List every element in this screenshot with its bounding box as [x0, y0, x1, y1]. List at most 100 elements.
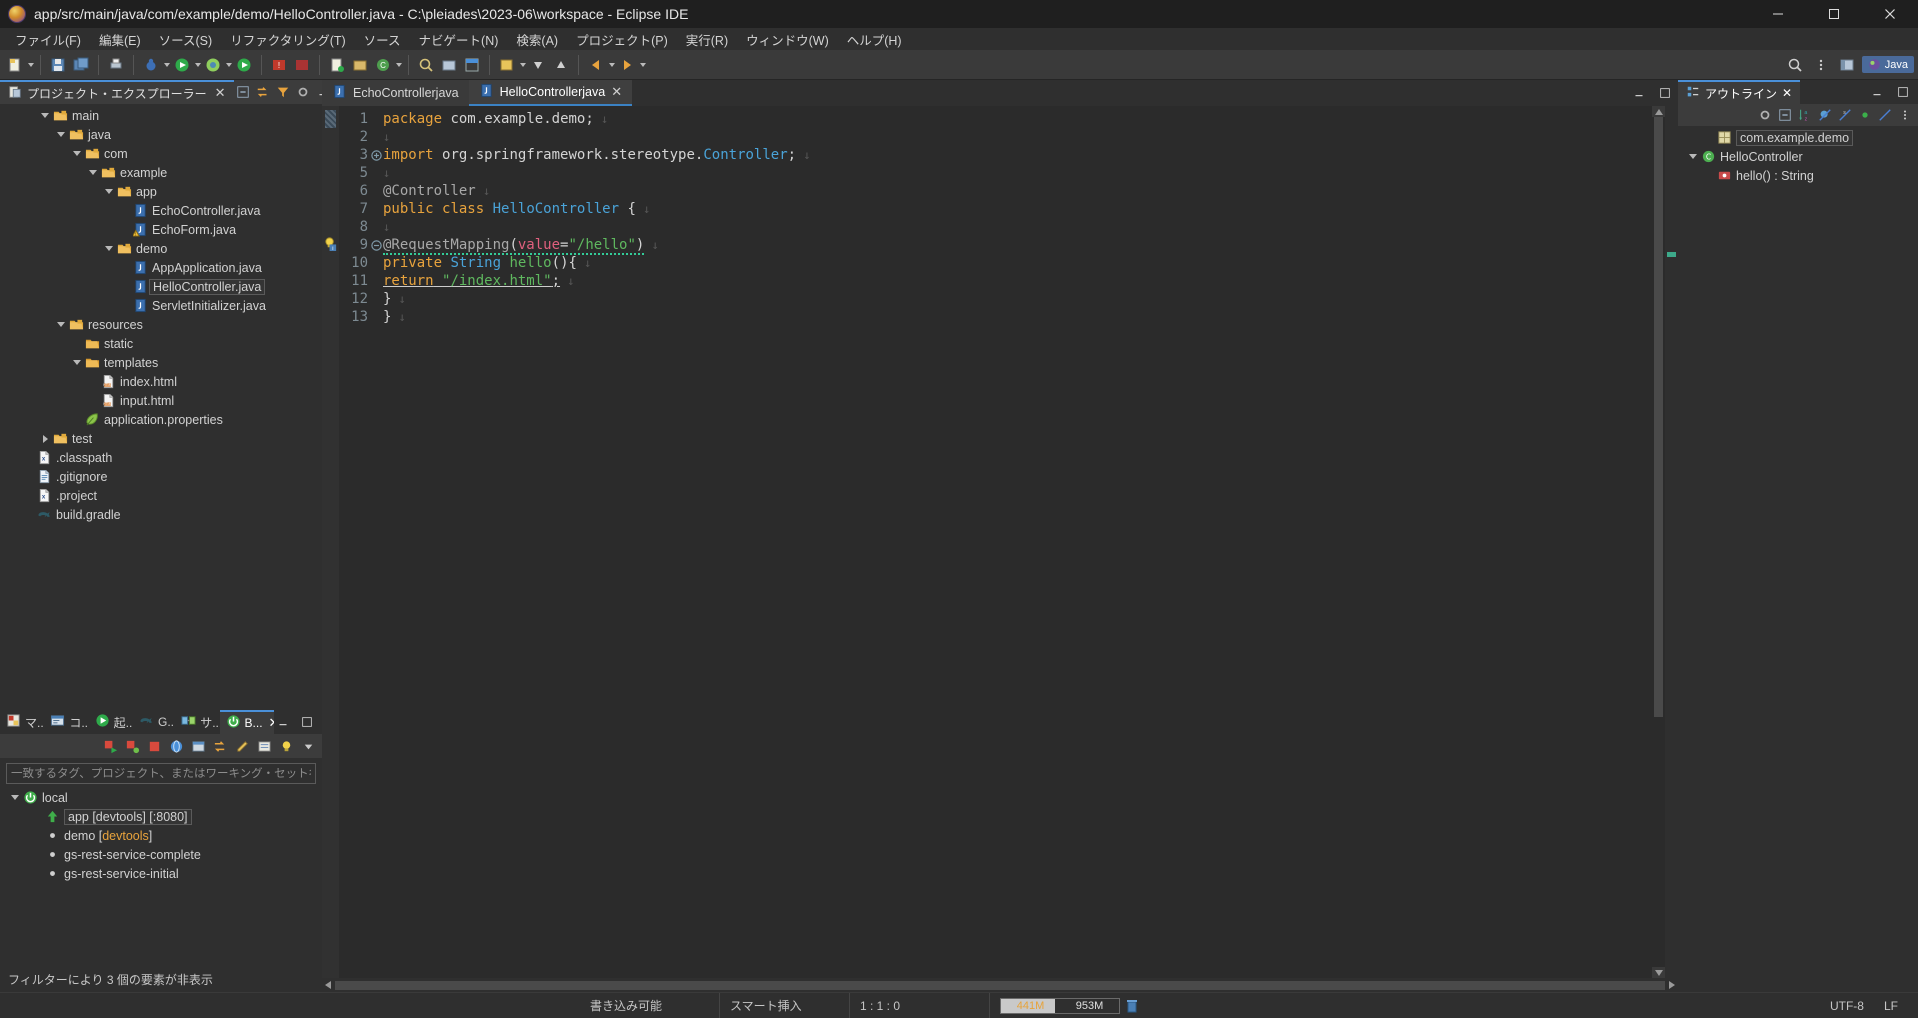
editor-vertical-scrollbar[interactable] [1652, 106, 1665, 978]
bottom-tab-servers[interactable]: サ... [175, 710, 220, 734]
chevron-right-icon[interactable] [38, 434, 52, 443]
editor-tab-hellocontrollerjava[interactable]: HelloControllerjava ✕ [468, 80, 633, 106]
minimize-button[interactable] [1750, 0, 1806, 28]
tree-item-templates[interactable]: templates [0, 353, 322, 372]
chevron-down-icon[interactable] [86, 170, 100, 175]
code-line[interactable]: import org.springframework.stereotype.Co… [383, 146, 1652, 164]
boot-item-gs-rest-service-initial[interactable]: gs-rest-service-initial [0, 864, 322, 883]
tree-item-resources[interactable]: resources [0, 315, 322, 334]
tree-item-project[interactable]: x .project [0, 486, 322, 505]
tree-item-java[interactable]: java [0, 125, 322, 144]
outline-item-hellocontroller[interactable]: C HelloController [1678, 147, 1918, 166]
tree-item-com[interactable]: com [0, 144, 322, 163]
toggle-breadcrumb-icon[interactable] [461, 54, 483, 76]
minimize-outline-icon[interactable] [1868, 83, 1886, 101]
perspective-java-button[interactable]: Java [1861, 56, 1914, 73]
filter-input[interactable] [6, 763, 316, 784]
error-log-icon[interactable]: ! [268, 54, 290, 76]
menu-source-2[interactable]: ソース [355, 28, 410, 51]
collapse-all-icon[interactable] [1776, 106, 1794, 124]
print-icon[interactable] [105, 54, 127, 76]
next-annotation-icon[interactable] [527, 54, 549, 76]
maximize-bottom-panel-icon[interactable] [298, 713, 316, 731]
code-line[interactable]: @Controller ↓ [383, 182, 1652, 200]
close-button[interactable] [1862, 0, 1918, 28]
quick-fix-bulb-icon[interactable]: i [323, 236, 338, 252]
outline-item-com-example-demo[interactable]: com.example.demo [1678, 128, 1918, 147]
chevron-down-icon[interactable] [102, 189, 116, 194]
menu-search[interactable]: 検索(A) [507, 28, 567, 51]
tree-item-classpath[interactable]: x .classpath [0, 448, 322, 467]
debug-dropdown-icon[interactable] [164, 62, 170, 67]
tree-item-application-properties[interactable]: application.properties [0, 410, 322, 429]
tab-project-explorer[interactable]: プロジェクト・エクスプローラー ✕ [0, 80, 234, 104]
tree-item-static[interactable]: static [0, 334, 322, 353]
view-menu-icon[interactable] [294, 83, 312, 101]
new-dropdown-icon[interactable] [28, 62, 34, 67]
tree-item-input-html[interactable]: HTML input.html [0, 391, 322, 410]
menu-edit[interactable]: 編集(E) [90, 28, 150, 51]
focus-icon[interactable] [1756, 106, 1774, 124]
editor-tab-echocontrollerjava[interactable]: EchoControllerjava [322, 80, 469, 106]
tree-item-build-gradle[interactable]: build.gradle [0, 505, 322, 524]
forward-dropdown-icon[interactable] [640, 62, 646, 67]
fold-toggle-icon[interactable] [369, 146, 383, 164]
scroll-thumb[interactable] [1654, 117, 1663, 717]
editor-code-area[interactable]: package com.example.demo; ↓ ↓ import org.s… [383, 106, 1652, 978]
hide-local-icon[interactable] [1876, 106, 1894, 124]
toolbar-overflow-icon[interactable] [1810, 54, 1832, 76]
scroll-down-icon[interactable] [1652, 967, 1665, 978]
bottom-tab-console[interactable]: コ... [44, 710, 89, 734]
chevron-down-icon[interactable] [8, 795, 22, 800]
bottom-tab-boot[interactable]: B...✕ [219, 710, 275, 734]
boot-item-gs-rest-service-complete[interactable]: gs-rest-service-complete [0, 845, 322, 864]
outline-tree[interactable]: com.example.demo C HelloController hello() … [1678, 126, 1918, 992]
open-browser-icon[interactable] [166, 736, 186, 756]
tree-item-appapplication-java[interactable]: AppApplication.java [0, 258, 322, 277]
chevron-down-icon[interactable] [70, 360, 84, 365]
new-icon[interactable] [4, 54, 26, 76]
boot-run-icon[interactable] [233, 54, 255, 76]
trash-icon[interactable] [1124, 998, 1140, 1014]
tree-item-index-html[interactable]: HTML index.html [0, 372, 322, 391]
new-package-icon[interactable] [349, 54, 371, 76]
editor-marker-ruler[interactable]: i [322, 106, 339, 978]
chevron-down-icon[interactable] [1686, 154, 1700, 159]
project-explorer-tree[interactable]: main java com example app EchoController.java… [0, 104, 322, 710]
tree-item-echocontroller-java[interactable]: EchoController.java [0, 201, 322, 220]
sort-icon[interactable]: az [1796, 106, 1814, 124]
debug-icon[interactable] [140, 54, 162, 76]
code-line[interactable]: return "/index.html"; ↓ [383, 272, 1652, 290]
minimize-bottom-panel-icon[interactable] [274, 713, 292, 731]
chevron-down-icon[interactable] [70, 151, 84, 156]
start-icon[interactable] [100, 736, 120, 756]
tree-item-main[interactable]: main [0, 106, 322, 125]
back-icon[interactable] [585, 54, 607, 76]
chevron-down-icon[interactable] [38, 113, 52, 118]
coverage-icon[interactable] [202, 54, 224, 76]
editor-horizontal-scrollbar[interactable] [322, 978, 1678, 992]
open-perspective-icon[interactable] [1836, 54, 1858, 76]
close-icon[interactable]: ✕ [215, 85, 226, 101]
menu-run[interactable]: 実行(R) [677, 28, 737, 51]
save-icon[interactable] [47, 54, 69, 76]
bottom-tab-markers[interactable]: マ... [0, 710, 45, 734]
search-type-icon[interactable] [415, 54, 437, 76]
boot-item-app-devtools-8080[interactable]: app [devtools] [:8080] [0, 807, 322, 826]
editor-overview-ruler[interactable] [1665, 106, 1678, 978]
code-line[interactable]: @RequestMapping(value="/hello") ↓ [383, 236, 1652, 255]
menu-project[interactable]: プロジェクト(P) [567, 28, 677, 51]
bottom-tab-run[interactable]: 起... [88, 710, 133, 734]
tree-item-app[interactable]: app [0, 182, 322, 201]
menu-help[interactable]: ヘルプ(H) [838, 28, 911, 51]
open-console-icon[interactable] [188, 736, 208, 756]
collapse-all-icon[interactable] [234, 83, 252, 101]
tree-item-hellocontroller-java[interactable]: HelloController.java [0, 277, 322, 296]
chevron-down-icon[interactable] [102, 246, 116, 251]
tree-item-example[interactable]: example [0, 163, 322, 182]
prev-annotation-icon[interactable] [550, 54, 572, 76]
code-line[interactable]: private String hello(){ ↓ [383, 254, 1652, 272]
tab-outline[interactable]: アウトライン ✕ [1678, 80, 1801, 104]
properties-icon[interactable] [254, 736, 274, 756]
code-line[interactable]: ↓ [383, 128, 1652, 146]
